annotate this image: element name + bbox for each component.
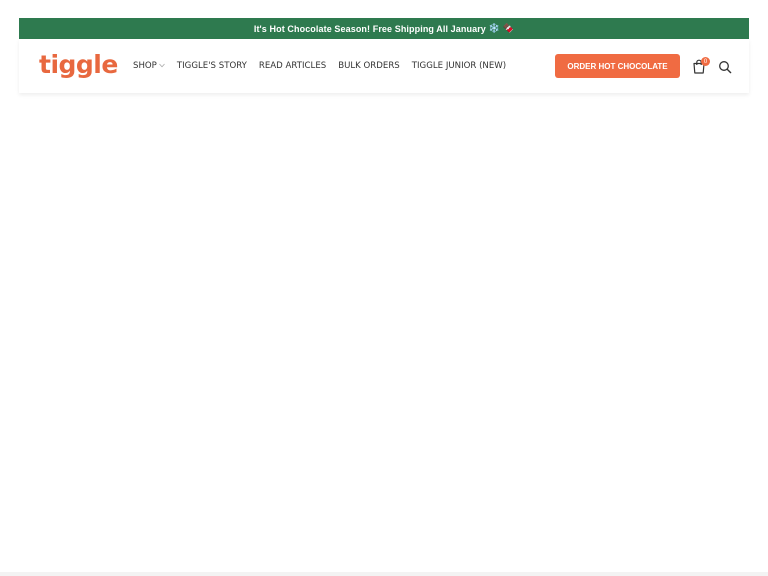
announcement-emoji: ❄️ 🍫 bbox=[488, 23, 515, 33]
main-nav: SHOP TIGGLE'S STORY READ ARTICLES BULK O… bbox=[133, 39, 518, 93]
site-header: tiggle SHOP TIGGLE'S STORY READ ARTICLES… bbox=[19, 39, 749, 93]
nav-item-label: TIGGLE JUNIOR (NEW) bbox=[411, 61, 507, 71]
nav-item-tiggles-story[interactable]: TIGGLE'S STORY bbox=[177, 61, 247, 71]
order-hot-chocolate-button[interactable]: ORDER HOT CHOCOLATE bbox=[555, 54, 680, 78]
nav-item-shop[interactable]: SHOP bbox=[133, 61, 165, 71]
chevron-down-icon bbox=[159, 63, 165, 70]
nav-item-label: TIGGLE'S STORY bbox=[176, 61, 247, 71]
nav-item-label: BULK ORDERS bbox=[338, 61, 400, 71]
announcement-bar: It's Hot Chocolate Season! Free Shipping… bbox=[19, 18, 749, 39]
nav-item-label: SHOP bbox=[133, 61, 157, 71]
search-icon[interactable] bbox=[718, 60, 732, 74]
nav-item-read-articles[interactable]: READ ARTICLES bbox=[259, 61, 326, 71]
nav-item-label: READ ARTICLES bbox=[258, 61, 327, 71]
cart-count-badge: 0 bbox=[701, 57, 710, 66]
nav-item-bulk-orders[interactable]: BULK ORDERS bbox=[338, 61, 400, 71]
announcement-text: It's Hot Chocolate Season! Free Shipping… bbox=[253, 23, 486, 34]
logo[interactable]: tiggle bbox=[39, 50, 118, 79]
page-bottom-edge bbox=[0, 572, 768, 576]
nav-item-tiggle-junior[interactable]: TIGGLE JUNIOR (NEW) bbox=[412, 61, 506, 71]
